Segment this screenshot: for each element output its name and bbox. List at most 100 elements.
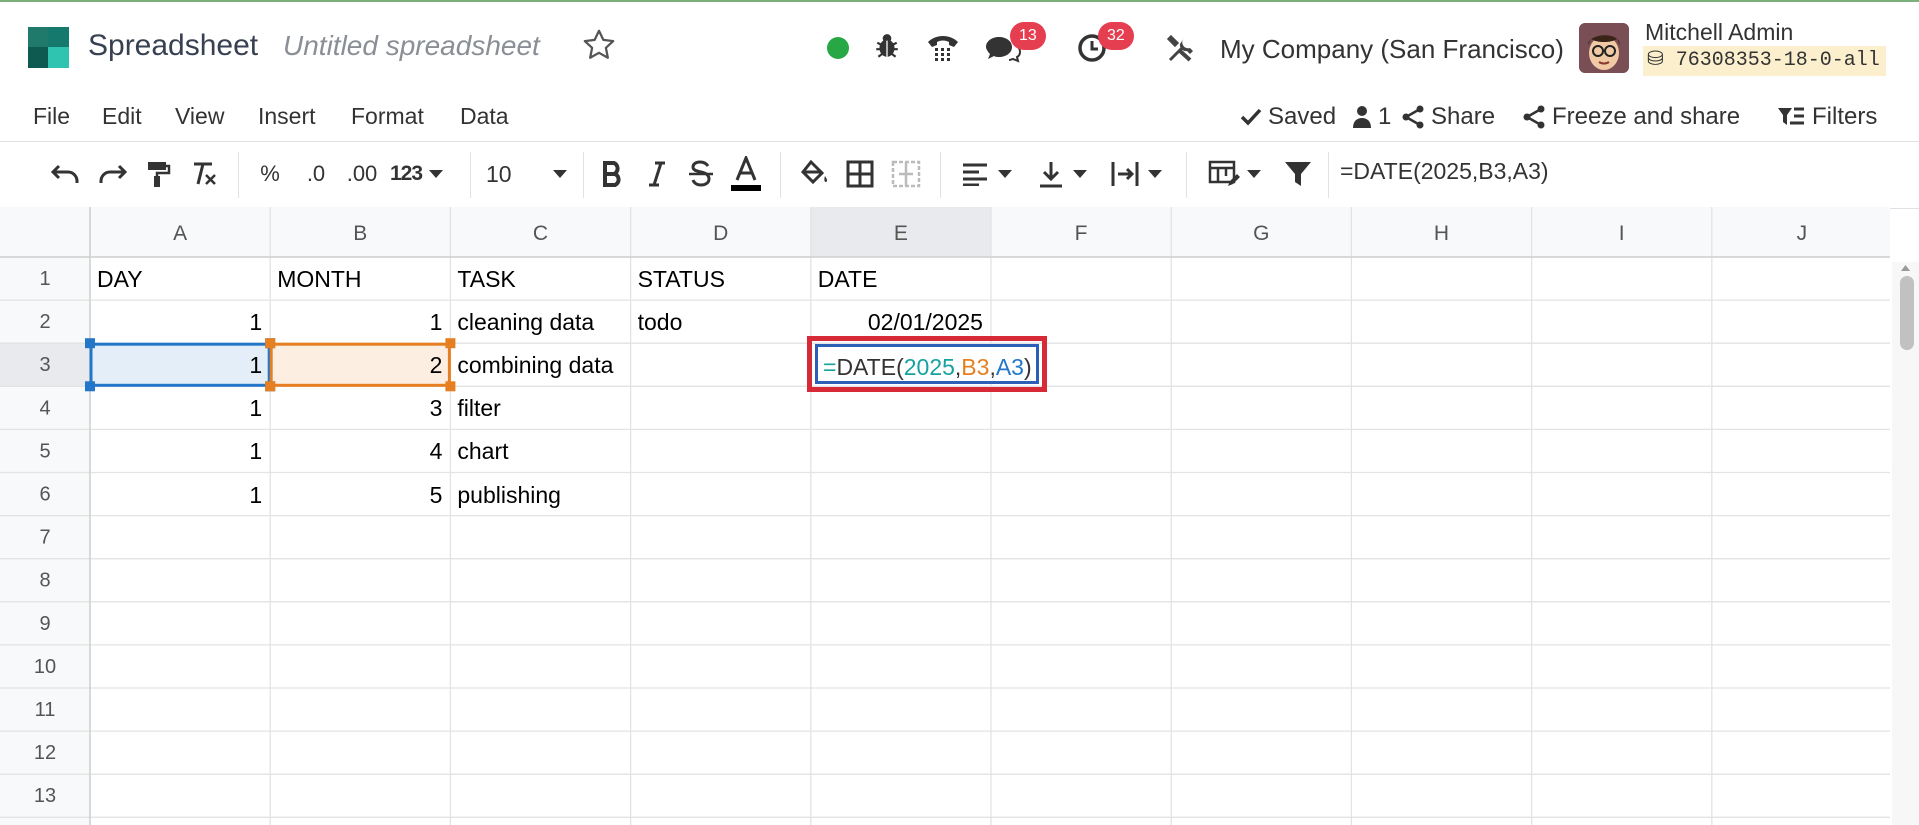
cell-day[interactable]: 1 — [90, 309, 262, 336]
column-header-j[interactable]: J — [1797, 222, 1808, 245]
row-header-2[interactable]: 2 — [39, 311, 50, 333]
row-header-4[interactable]: 4 — [39, 397, 50, 419]
row-header-11[interactable]: 11 — [35, 699, 56, 721]
reference-border-a3-handle[interactable] — [85, 381, 95, 392]
redo-button[interactable] — [94, 156, 130, 192]
spreadsheet-app-logo[interactable] — [28, 27, 69, 68]
column-header-a[interactable]: A — [173, 222, 187, 245]
caret-down-icon — [1247, 170, 1261, 178]
row-header-1[interactable]: 1 — [39, 268, 50, 290]
cell-editor-formula[interactable]: =DATE(2025,B3,A3) — [823, 354, 1032, 381]
cell-task[interactable]: chart — [457, 438, 508, 465]
add-filter-button[interactable] — [1280, 156, 1316, 192]
header-cell-date[interactable]: DATE — [818, 266, 878, 293]
format-table-dropdown[interactable] — [1202, 156, 1268, 192]
menu-data[interactable]: Data — [460, 103, 509, 130]
favorite-star-icon[interactable] — [581, 27, 617, 63]
header-cell-day[interactable]: DAY — [97, 266, 143, 293]
cell-task[interactable]: publishing — [457, 482, 561, 509]
font-size-dropdown[interactable]: 10 — [484, 156, 568, 192]
header-cell-task[interactable]: TASK — [457, 266, 515, 293]
row-header-10[interactable]: 10 — [34, 656, 56, 678]
formula-bar[interactable]: =DATE(2025,B3,A3) — [1340, 158, 1549, 185]
user-name[interactable]: Mitchell Admin — [1645, 19, 1793, 46]
spreadsheet-grid[interactable]: A B C D E F G H I J 1 2 3 4 5 6 7 8 9 10 11 12 13 — [0, 207, 1890, 825]
column-header-c[interactable]: C — [533, 222, 548, 245]
settings-tools-icon[interactable] — [1166, 34, 1196, 64]
column-header-d[interactable]: D — [713, 222, 728, 245]
cell-month[interactable]: 4 — [270, 438, 443, 465]
header-cell-status[interactable]: STATUS — [638, 266, 725, 293]
column-header-f[interactable]: F — [1075, 222, 1088, 245]
app-name[interactable]: Spreadsheet — [88, 29, 258, 63]
reference-border-b3-handle[interactable] — [445, 381, 456, 392]
horizontal-align-dropdown[interactable] — [956, 156, 1018, 192]
clear-format-button[interactable] — [186, 156, 222, 192]
cell-task[interactable]: cleaning data — [457, 309, 594, 336]
cell-status[interactable]: todo — [638, 309, 683, 336]
freeze-and-share-button[interactable]: Freeze and share — [1522, 103, 1740, 131]
number-format-dropdown[interactable]: 123 — [386, 156, 448, 192]
reference-border-a3-handle[interactable] — [85, 338, 95, 349]
cell-month[interactable]: 5 — [270, 482, 443, 509]
row-header-12[interactable]: 12 — [34, 742, 56, 764]
menu-file[interactable]: File — [33, 103, 70, 130]
vertical-align-dropdown[interactable] — [1032, 156, 1094, 192]
cell-date[interactable]: 02/01/2025 — [811, 309, 983, 336]
reference-border-b3-handle[interactable] — [265, 338, 276, 349]
reference-border-b3-handle[interactable] — [265, 381, 276, 392]
cell-day[interactable]: 1 — [90, 438, 262, 465]
row-header-8[interactable]: 8 — [39, 570, 50, 592]
menu-insert[interactable]: Insert — [258, 103, 316, 130]
row-header-13[interactable]: 13 — [34, 785, 56, 807]
vertical-scroll-thumb[interactable] — [1900, 276, 1914, 350]
header-cell-month[interactable]: MONTH — [277, 266, 361, 293]
column-header-i[interactable]: I — [1619, 222, 1625, 245]
row-header-9[interactable]: 9 — [39, 613, 50, 635]
reference-border-b3-handle[interactable] — [445, 338, 456, 349]
decrease-decimal-button[interactable]: .0 — [300, 156, 332, 192]
cell-month[interactable]: 1 — [270, 309, 443, 336]
column-header-h[interactable]: H — [1434, 222, 1449, 245]
scroll-up-arrow-icon[interactable] — [1892, 262, 1919, 274]
borders-button[interactable] — [842, 156, 878, 192]
text-wrapping-dropdown[interactable] — [1106, 156, 1168, 192]
merge-cells-button[interactable] — [888, 156, 924, 192]
user-avatar[interactable] — [1579, 23, 1629, 73]
paint-format-button[interactable] — [140, 156, 176, 192]
share-button[interactable]: Share — [1401, 103, 1495, 131]
cell-editor[interactable]: =DATE(2025,B3,A3) — [815, 344, 1039, 384]
undo-button[interactable] — [48, 156, 84, 192]
cell-task[interactable]: filter — [457, 395, 500, 422]
fill-color-button[interactable] — [796, 156, 832, 192]
text-color-button[interactable] — [728, 156, 764, 192]
debug-bug-icon[interactable] — [874, 32, 900, 60]
row-header-3[interactable]: 3 — [39, 354, 50, 376]
cell-editor-highlight[interactable]: =DATE(2025,B3,A3) — [807, 336, 1047, 392]
company-switcher[interactable]: My Company (San Francisco) — [1220, 34, 1564, 65]
collaborators-indicator[interactable]: 1 — [1352, 103, 1391, 131]
column-header-b[interactable]: B — [353, 222, 367, 245]
cell-day[interactable]: 1 — [90, 395, 262, 422]
filters-button[interactable]: Filters — [1776, 103, 1877, 131]
format-percent-button[interactable]: % — [256, 156, 284, 192]
cell-month[interactable]: 3 — [270, 395, 443, 422]
row-header-6[interactable]: 6 — [39, 484, 50, 506]
menu-view[interactable]: View — [175, 103, 224, 130]
menu-edit[interactable]: Edit — [102, 103, 142, 130]
cell-day[interactable]: 1 — [90, 352, 262, 379]
cell-day[interactable]: 1 — [90, 482, 262, 509]
document-name[interactable]: Untitled spreadsheet — [283, 30, 540, 62]
column-header-g[interactable]: G — [1253, 222, 1269, 245]
cell-task[interactable]: combining data — [457, 352, 613, 379]
menu-format[interactable]: Format — [351, 103, 424, 130]
phone-icon[interactable] — [926, 32, 960, 62]
italic-button[interactable] — [642, 156, 672, 192]
column-header-e[interactable]: E — [894, 222, 908, 245]
row-header-7[interactable]: 7 — [39, 527, 50, 549]
row-header-5[interactable]: 5 — [39, 440, 50, 462]
strikethrough-button[interactable] — [686, 156, 716, 192]
bold-button[interactable] — [598, 156, 628, 192]
cell-month[interactable]: 2 — [270, 352, 443, 379]
increase-decimal-button[interactable]: .00 — [342, 156, 382, 192]
